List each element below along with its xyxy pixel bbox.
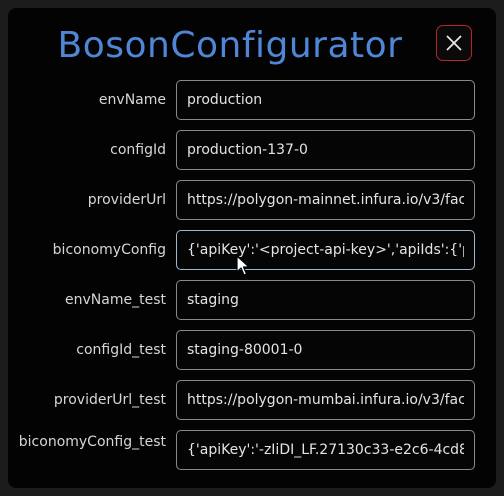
envname-input[interactable] xyxy=(176,80,475,120)
field-row-biconomyconfig: biconomyConfig xyxy=(8,230,496,272)
field-label-biconomyconfig-test: biconomyConfig_test xyxy=(18,434,166,450)
field-label-envname-test: envName_test xyxy=(65,292,166,308)
field-row-biconomyconfig-test: biconomyConfig_test xyxy=(8,430,496,472)
field-label-configid-test: configId_test xyxy=(76,342,166,358)
configid-test-input[interactable] xyxy=(176,330,475,370)
field-label-biconomyconfig: biconomyConfig xyxy=(52,242,166,258)
field-label-providerurl-test: providerUrl_test xyxy=(53,392,166,408)
envname-test-input[interactable] xyxy=(176,280,475,320)
field-label-providerurl: providerUrl xyxy=(87,192,166,208)
biconomyconfig-input[interactable] xyxy=(176,230,475,270)
field-label-configid: configId xyxy=(110,142,166,158)
field-row-providerurl-test: providerUrl_test xyxy=(8,380,496,422)
field-row-providerurl: providerUrl xyxy=(8,180,496,222)
providerurl-test-input[interactable] xyxy=(176,380,475,420)
close-button[interactable] xyxy=(436,25,472,61)
close-icon xyxy=(446,35,462,51)
field-row-envname: envName xyxy=(8,80,496,122)
field-label-envname: envName xyxy=(98,92,166,108)
field-row-envname-test: envName_test xyxy=(8,280,496,322)
configid-input[interactable] xyxy=(176,130,475,170)
app-title: BosonConfigurator xyxy=(57,25,403,66)
providerurl-input[interactable] xyxy=(176,180,475,220)
biconomyconfig-test-input[interactable] xyxy=(176,430,475,470)
field-row-configid-test: configId_test xyxy=(8,330,496,372)
field-row-configid: configId xyxy=(8,130,496,172)
configurator-window: BosonConfigurator envName configId provi… xyxy=(8,8,496,488)
